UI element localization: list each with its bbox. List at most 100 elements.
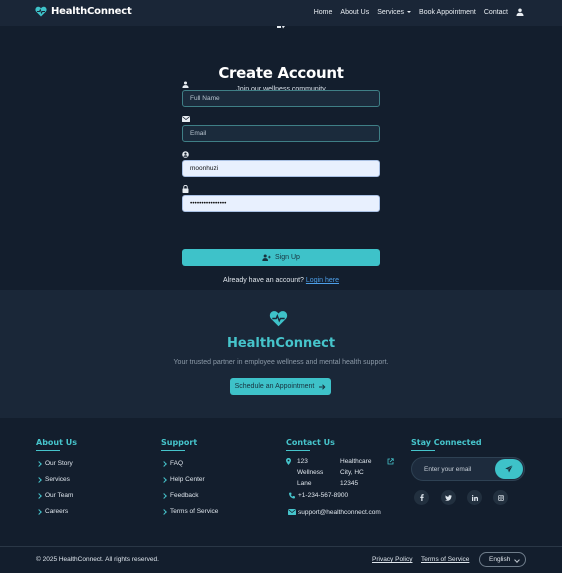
chevron-right-icon [161,492,167,499]
footer-link[interactable]: Help Center [161,476,218,483]
footer-link[interactable]: Services [36,476,77,483]
footer-link-label: Terms of Service [170,508,219,515]
footer-link-label: Our Story [45,460,73,467]
footer-link[interactable]: Terms of Service [161,508,218,515]
arrow-right-icon [319,383,326,390]
external-link-icon[interactable] [387,458,394,465]
heart-pulse-icon [269,311,288,327]
contact-street: 123 Wellness Lane [297,458,324,487]
password-input[interactable] [182,195,380,212]
nav-home[interactable]: Home [314,9,333,16]
user-icon[interactable] [516,8,524,16]
nav-services-dropdown[interactable]: Services [377,8,412,16]
language-select[interactable]: English [479,552,526,567]
footer: About Us Our Story Services Our Team Car… [0,418,562,573]
form-title: Create Account [218,64,344,82]
chevron-right-icon [36,508,42,515]
chevron-right-icon [161,508,167,515]
chevron-right-icon [36,460,42,467]
footer-link-label: FAQ [170,460,184,467]
phone-icon [289,492,295,499]
instagram-link[interactable] [493,490,508,505]
chevron-right-icon [161,476,167,483]
footer-link[interactable]: Feedback [161,492,218,499]
email-input[interactable] [182,125,380,142]
footer-link-label: Services [45,476,70,483]
hero-title: HealthConnect [226,336,336,351]
footer-stay-column: Stay Connected [411,438,482,451]
nav-links: Home About Us Services Book Appointment … [306,8,524,16]
facebook-icon [419,494,424,501]
username-input[interactable] [182,160,380,177]
chevron-right-icon [36,492,42,499]
footer-support-heading: Support [161,438,198,447]
footer-link-label: Help Center [170,476,205,483]
footer-link[interactable]: FAQ [161,460,218,467]
instagram-icon [497,494,504,501]
user-icon [182,81,189,88]
full-name-input[interactable] [182,90,380,107]
footer-link[interactable]: Our Story [36,460,77,467]
newsletter-submit-button[interactable] [495,459,523,479]
terms-link[interactable]: Terms of Service [421,556,469,563]
login-link[interactable]: Login here [306,277,339,284]
footer-support-column: Support FAQ Help Center Feedback Terms o… [161,438,218,515]
brand-name: HealthConnect [51,6,132,17]
contact-phone[interactable]: +1-234-567-8900 [298,492,348,499]
copyright: © 2025 HealthConnect. All rights reserve… [36,556,159,563]
footer-contact-heading: Contact Us [286,438,335,447]
privacy-policy-link[interactable]: Privacy Policy [372,556,412,563]
map-pin-icon [286,458,291,465]
footer-divider [0,546,562,547]
facebook-link[interactable] [414,490,429,505]
language-value: English [489,556,511,563]
contact-email[interactable]: support@healthconnect.com [298,509,381,516]
signup-button[interactable]: Sign Up [182,249,380,266]
lock-icon [182,185,189,193]
schedule-appointment-button[interactable]: Schedule an Appointment [230,378,331,395]
nav-contact[interactable]: Contact [484,9,508,16]
user-circle-icon [182,151,189,158]
brand-hero: HealthConnect Your trusted partner in em… [0,290,562,418]
twitter-icon [445,494,452,501]
heading-underline [411,450,435,451]
envelope-icon [288,509,296,515]
hero-tagline: Your trusted partner in employee wellnes… [173,359,389,366]
nav-services-label: Services [377,8,405,16]
navbar: HealthConnect Home About Us Services Boo… [0,0,562,26]
login-prompt-line: Already have an account? Login here [0,277,562,284]
footer-link[interactable]: Careers [36,508,77,515]
user-edit-icon [277,26,285,29]
signup-section: Create Account Join our wellness communi… [0,26,562,290]
footer-about-column: About Us Our Story Services Our Team Car… [36,438,77,515]
chevron-down-icon [514,557,520,563]
heading-underline [36,450,60,451]
caret-down-icon [407,10,412,13]
contact-phone-row: +1-234-567-8900 [286,492,348,499]
contact-city: Healthcare City, HC 12345 [340,458,372,487]
nav-about[interactable]: About Us [340,9,369,16]
footer-contact-column: Contact Us [286,438,335,451]
heart-pulse-icon [35,6,47,17]
envelope-icon [182,116,190,122]
brand-logo-link[interactable]: HealthConnect [35,6,132,17]
schedule-appointment-label: Schedule an Appointment [234,383,315,390]
footer-link-label: Our Team [45,492,74,499]
login-prompt: Already have an account? [223,277,304,284]
footer-link-label: Careers [45,508,69,515]
twitter-link[interactable] [441,490,456,505]
signup-label: Sign Up [275,254,300,261]
heading-underline [286,450,310,451]
newsletter-email-input[interactable] [424,465,492,474]
nav-book-appointment[interactable]: Book Appointment [419,9,476,16]
chevron-right-icon [36,476,42,483]
footer-stay-heading: Stay Connected [411,438,482,447]
chevron-right-icon [161,460,167,467]
footer-about-heading: About Us [36,438,77,447]
footer-link[interactable]: Our Team [36,492,77,499]
linkedin-icon [471,494,478,501]
paper-plane-icon [505,465,513,473]
heading-underline [161,450,185,451]
user-plus-icon [262,254,271,261]
linkedin-link[interactable] [467,490,482,505]
